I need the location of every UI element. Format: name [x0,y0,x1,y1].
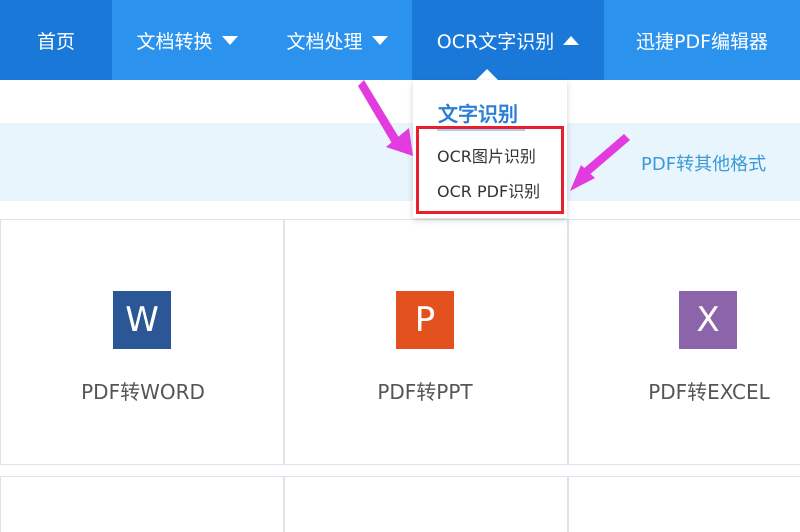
word-icon-letter: W [125,300,159,340]
nav-ocr-recognition[interactable]: OCR文字识别 [412,0,604,80]
tool-card-label: PDF转PPT [377,380,473,404]
powerpoint-icon: P [396,291,454,349]
tool-card-pdf-to-word[interactable]: W PDF转WORD [0,219,284,465]
highlight-box [416,126,564,214]
dropdown-pointer [476,69,498,80]
nav-pdf-editor[interactable]: 迅捷PDF编辑器 [604,0,800,80]
nav-document-processing[interactable]: 文档处理 [262,0,412,80]
tool-card[interactable] [568,476,800,532]
nav-home-label: 首页 [36,30,75,53]
tool-card-pdf-to-ppt[interactable]: P PDF转PPT [284,219,568,465]
caret-down-icon [221,35,238,45]
tool-card[interactable] [284,476,568,532]
pdf-to-other-formats-link[interactable]: PDF转其他格式 [641,150,766,176]
nav-document-conversion-label: 文档转换 [136,30,213,53]
top-navigation-bar: 首页 文档转换 文档处理 OCR文字识别 迅捷PDF编辑器 [0,0,800,80]
nav-ocr-recognition-label: OCR文字识别 [436,30,555,53]
nav-pdf-editor-label: 迅捷PDF编辑器 [635,30,769,53]
tool-card-pdf-to-excel[interactable]: X PDF转EXCEL [568,219,800,465]
dropdown-section-title: 文字识别 [438,102,518,126]
powerpoint-icon-letter: P [414,300,436,340]
excel-icon: X [679,291,737,349]
excel-icon-letter: X [696,300,720,340]
tool-card-label: PDF转WORD [81,380,205,404]
caret-down-icon [371,35,388,45]
nav-document-processing-label: 文档处理 [286,30,363,53]
word-icon: W [113,291,171,349]
tool-card[interactable] [0,476,284,532]
nav-document-conversion[interactable]: 文档转换 [112,0,262,80]
nav-home[interactable]: 首页 [0,0,112,80]
ocr-dropdown-menu: 文字识别 OCR图片识别 OCR PDF识别 [413,80,567,218]
caret-up-icon [563,35,580,45]
tool-card-label: PDF转EXCEL [648,380,770,404]
